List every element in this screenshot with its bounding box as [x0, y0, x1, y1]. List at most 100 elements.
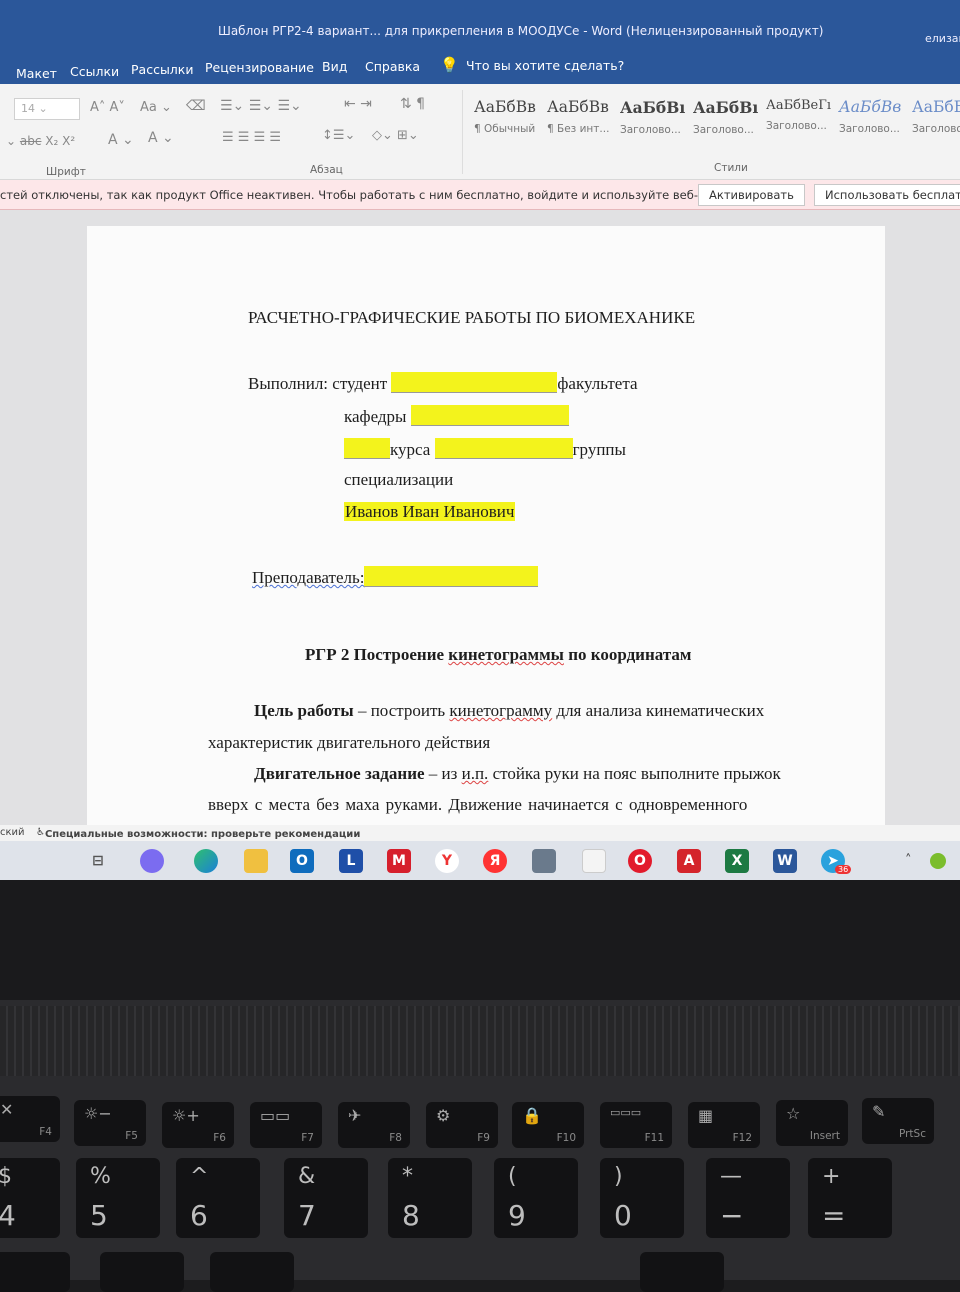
tab-layout[interactable]: Макет [16, 66, 57, 81]
key-y[interactable] [210, 1252, 294, 1292]
key-5[interactable]: % 5 [76, 1158, 160, 1238]
tell-me-search[interactable]: Что вы хотите сделать? [466, 58, 624, 73]
key-f10[interactable]: 🔒 F10 [512, 1102, 584, 1148]
student-field[interactable] [391, 372, 558, 393]
edge-icon[interactable] [194, 849, 218, 873]
style-heading-4[interactable]: АаБбВв Заголово... [839, 98, 911, 148]
tab-mailings[interactable]: Рассылки [131, 62, 193, 77]
teacher-field[interactable] [364, 566, 539, 587]
language-indicator[interactable]: ский [0, 827, 25, 838]
alice-icon[interactable] [140, 849, 164, 873]
sort-icon[interactable]: ⇅ ¶ [400, 96, 425, 112]
mcafee-icon[interactable]: M [387, 849, 411, 873]
style-no-spacing[interactable]: АаБбВв ¶ Без инт... [547, 98, 619, 148]
calculator-icon[interactable] [532, 849, 556, 873]
department-field[interactable] [410, 405, 569, 426]
tab-view[interactable]: Вид [322, 59, 347, 74]
course-line: курса группы [344, 438, 626, 460]
style-heading-5[interactable]: АаБбВ Заголово [912, 98, 960, 148]
yandex-icon[interactable]: Я [483, 849, 507, 873]
doc-heading: РАСЧЕТНО-ГРАФИЧЕСКИЕ РАБОТЫ ПО БИОМЕХАНИ… [248, 308, 696, 327]
align-icons[interactable]: ☰ ☰ ☰ ☰ [222, 130, 281, 145]
chevron-up-icon[interactable]: ˄ [905, 853, 912, 868]
word-icon[interactable]: W [773, 849, 797, 873]
key-8[interactable]: * 8 [388, 1158, 472, 1238]
acrobat-icon[interactable]: A [677, 849, 701, 873]
shading-icon[interactable]: ◇⌄ ⊞⌄ [372, 128, 419, 143]
document-page[interactable]: РАСЧЕТНО-ГРАФИЧЕСКИЕ РАБОТЫ ПО БИОМЕХАНИ… [87, 226, 885, 846]
key-f9[interactable]: ⚙ F9 [426, 1102, 498, 1148]
indent-icon[interactable]: ⇤ ⇥ [344, 96, 372, 112]
key-r[interactable] [0, 1252, 70, 1292]
accessibility-status[interactable]: ♿ Специальные возможности: проверьте рек… [36, 827, 360, 840]
key-9[interactable]: (9 [494, 1158, 578, 1238]
text-effects-icon[interactable]: A ⌄ [108, 132, 134, 148]
ribbon: 14 ⌄ A˄ A˅ Aa ⌄ ⌫ ⌄ abc X₂ X² A ⌄ A ⌄ Шр… [0, 84, 960, 180]
strikethrough-icon[interactable]: ⌄ abc X₂ X² [6, 134, 75, 148]
key-f4[interactable]: ✕ F4 [0, 1096, 60, 1142]
bullets-icon[interactable]: ☰⌄ ☰⌄ ☰⌄ [220, 98, 302, 114]
style-heading-2[interactable]: АаБбВı Заголово... [693, 98, 765, 148]
tab-review[interactable]: Рецензирование [205, 60, 314, 75]
key-prtsc[interactable]: ✎ PrtSc [862, 1098, 934, 1144]
user-name[interactable]: елизаве [925, 32, 960, 45]
lightbulb-icon: 💡 [440, 56, 459, 74]
document-area: РАСЧЕТНО-ГРАФИЧЕСКИЕ РАБОТЫ ПО БИОМЕХАНИ… [0, 210, 960, 846]
done-by-line: Выполнил: студент факультета [248, 372, 638, 393]
key-p[interactable] [640, 1252, 724, 1292]
task-view-icon[interactable]: ⊟ [86, 849, 110, 873]
file-icon[interactable] [582, 849, 606, 873]
style-heading-1[interactable]: АаБбВı Заголово... [620, 98, 692, 148]
activate-button[interactable]: Активировать [698, 184, 805, 206]
l-app-icon[interactable]: L [339, 849, 363, 873]
group-styles-label: Стили [714, 162, 748, 174]
key-f6[interactable]: ☼+ F6 [162, 1102, 234, 1148]
key-minus[interactable]: — − [706, 1158, 790, 1238]
ribbon-tabs: Макет Ссылки Рассылки Рецензирование Вид… [0, 50, 960, 84]
laptop-keyboard: ✕ F4 ☼− F5 ☼+ F6 ▭▭ F7 ✈ F8 ⚙ F9 🔒 F10 ▭▭▭ F11 ▦… [0, 1000, 960, 1292]
taskbar: ⊟ O L M Y Я O A X W ➤ 36 ˄ [0, 841, 960, 880]
explorer-icon[interactable] [244, 849, 268, 873]
use-free-button[interactable]: Использовать бесплатн [814, 184, 960, 206]
task-line-1: Двигательное задание – из и.п. стойка ру… [254, 764, 781, 783]
key-f12[interactable]: ▦ F12 [688, 1102, 760, 1148]
grow-font-icon[interactable]: A˄ A˅ [90, 100, 125, 115]
line-spacing-icon[interactable]: ↕☰⌄ [322, 128, 355, 143]
group-paragraph-label: Абзац [310, 164, 343, 176]
goal-line-2: характеристик двигательного действия [208, 733, 491, 752]
laptop-screen: Шаблон РГР2-4 вариант... для прикреплени… [0, 0, 960, 880]
change-case-icon[interactable]: Aa ⌄ [140, 100, 172, 115]
tab-help[interactable]: Справка [365, 59, 420, 74]
key-f11[interactable]: ▭▭▭ F11 [600, 1102, 672, 1148]
group-field[interactable] [434, 438, 573, 459]
style-heading-3[interactable]: АаБбВеГı Заголово... [766, 98, 838, 148]
clear-format-icon[interactable]: ⌫ [186, 98, 206, 114]
key-4[interactable]: $4 [0, 1158, 60, 1238]
key-7[interactable]: & 7 [284, 1158, 368, 1238]
license-message-bar: стей отключены, так как продукт Office н… [0, 180, 960, 210]
font-color-icon[interactable]: A ⌄ [148, 130, 174, 146]
key-equals[interactable]: + = [808, 1158, 892, 1238]
laptop-bezel [0, 880, 960, 1000]
course-field[interactable] [344, 438, 390, 459]
window-title: Шаблон РГР2-4 вариант... для прикреплени… [218, 24, 824, 38]
key-f8[interactable]: ✈ F8 [338, 1102, 410, 1148]
opera-icon[interactable]: O [628, 849, 652, 873]
style-normal[interactable]: АаБбВв ¶ Обычный [474, 98, 546, 148]
key-insert[interactable]: ☆ Insert [776, 1100, 848, 1146]
key-f5[interactable]: ☼− F5 [74, 1100, 146, 1146]
telegram-badge: 36 [835, 865, 852, 874]
excel-icon[interactable]: X [725, 849, 749, 873]
key-0[interactable]: ) 0 [600, 1158, 684, 1238]
status-bar: ский ♿ Специальные возможности: проверьт… [0, 825, 960, 841]
key-t[interactable] [100, 1252, 184, 1292]
font-size-box[interactable]: 14 ⌄ [14, 98, 80, 120]
tray-app-icon[interactable] [930, 853, 946, 869]
yandex-browser-icon[interactable]: Y [435, 849, 459, 873]
outlook-icon[interactable]: O [290, 849, 314, 873]
key-6[interactable]: ^ 6 [176, 1158, 260, 1238]
student-name[interactable]: Иванов Иван Иванович [344, 502, 516, 521]
key-f7[interactable]: ▭▭ F7 [250, 1102, 322, 1148]
student-name-line: Иванов Иван Иванович [344, 502, 516, 522]
tab-references[interactable]: Ссылки [70, 64, 119, 79]
